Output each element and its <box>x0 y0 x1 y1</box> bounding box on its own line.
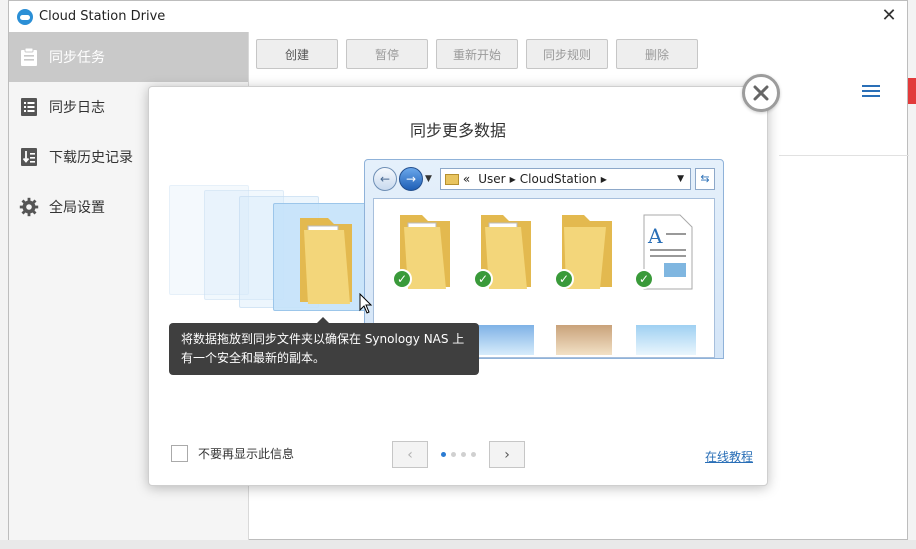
folder-small-icon <box>444 173 459 185</box>
toolbar: 创建 暂停 重新开始 同步规则 删除 <box>256 39 698 69</box>
dont-show-checkbox[interactable] <box>171 445 188 462</box>
tooltip: 将数据拖放到同步文件夹以确保在 Synology NAS 上有一个安全和最新的副… <box>169 317 479 375</box>
svg-text:A: A <box>647 224 663 248</box>
forward-arrow-icon: → <box>399 167 423 191</box>
background-page-bottom <box>0 540 916 549</box>
cloud-station-icon <box>17 8 33 25</box>
photo-thumbnail <box>636 325 696 355</box>
sidebar-item-sync-tasks[interactable]: 同步任务 <box>9 32 248 82</box>
check-icon: ✓ <box>473 269 493 289</box>
dropdown-arrow-icon: ▼ <box>425 174 432 184</box>
breadcrumb-user: User <box>478 172 506 186</box>
close-icon <box>753 85 769 101</box>
sidebar-item-label: 同步任务 <box>49 50 105 66</box>
window-close-button[interactable]: ✕ <box>879 6 899 26</box>
dialog-close-button[interactable] <box>742 74 780 112</box>
folder-icon <box>300 218 352 304</box>
gear-icon <box>19 197 39 217</box>
title-bar: Cloud Station Drive ✕ <box>9 1 907 32</box>
download-history-icon <box>19 147 39 167</box>
chevron-right-icon: ▶ <box>509 174 516 184</box>
list-menu-icon[interactable] <box>862 85 880 99</box>
check-icon: ✓ <box>554 269 574 289</box>
onboarding-dialog: 同步更多数据 ← → ▼ « User ▶ CloudStation ▶ ▼ ⇆… <box>148 86 768 486</box>
dialog-title: 同步更多数据 <box>409 121 506 140</box>
create-button[interactable]: 创建 <box>256 39 338 69</box>
dont-show-again: 不要再显示此信息 <box>171 445 294 462</box>
online-tutorial-link[interactable]: 在线教程 <box>705 448 753 465</box>
window-title: Cloud Station Drive <box>39 9 166 24</box>
photo-thumbnail <box>474 325 534 355</box>
explorer-toolbar: ← → ▼ « User ▶ CloudStation ▶ ▼ ⇆ <box>373 166 715 192</box>
mouse-pointer-icon <box>359 293 373 314</box>
clipboard-icon <box>19 47 39 67</box>
restart-button[interactable]: 重新开始 <box>436 39 518 69</box>
refresh-icon: ⇆ <box>695 168 715 190</box>
breadcrumb-chevron: « <box>462 172 471 186</box>
page-dot[interactable] <box>461 452 466 457</box>
delete-button[interactable]: 删除 <box>616 39 698 69</box>
next-page-button[interactable]: › <box>489 441 525 468</box>
check-icon: ✓ <box>392 269 412 289</box>
page-indicator <box>441 452 476 457</box>
page-dot[interactable] <box>451 452 456 457</box>
sidebar-item-label: 同步日志 <box>49 100 105 116</box>
sidebar-item-label: 全局设置 <box>49 200 105 216</box>
address-bar: « User ▶ CloudStation ▶ ▼ <box>439 168 691 190</box>
back-arrow-icon: ← <box>373 167 397 191</box>
previous-page-button[interactable]: ‹ <box>392 441 428 468</box>
pause-button[interactable]: 暂停 <box>346 39 428 69</box>
background-page-fragment <box>908 78 916 104</box>
screen: Cloud Station Drive ✕ 同步任务 同步日志 下载历史记录 全… <box>0 0 916 549</box>
check-icon: ✓ <box>634 269 654 289</box>
photo-thumbnail <box>556 325 612 355</box>
dont-show-label: 不要再显示此信息 <box>198 447 295 461</box>
chevron-right-icon: ▶ <box>600 174 607 184</box>
page-dot[interactable] <box>471 452 476 457</box>
sidebar-item-label: 下载历史记录 <box>49 150 133 166</box>
page-dot[interactable] <box>441 452 446 457</box>
breadcrumb-cloudstation: CloudStation <box>519 172 597 186</box>
sync-rules-button[interactable]: 同步规则 <box>526 39 608 69</box>
dropdown-arrow-icon: ▼ <box>677 174 684 184</box>
log-list-icon <box>19 97 39 117</box>
divider <box>779 155 909 156</box>
